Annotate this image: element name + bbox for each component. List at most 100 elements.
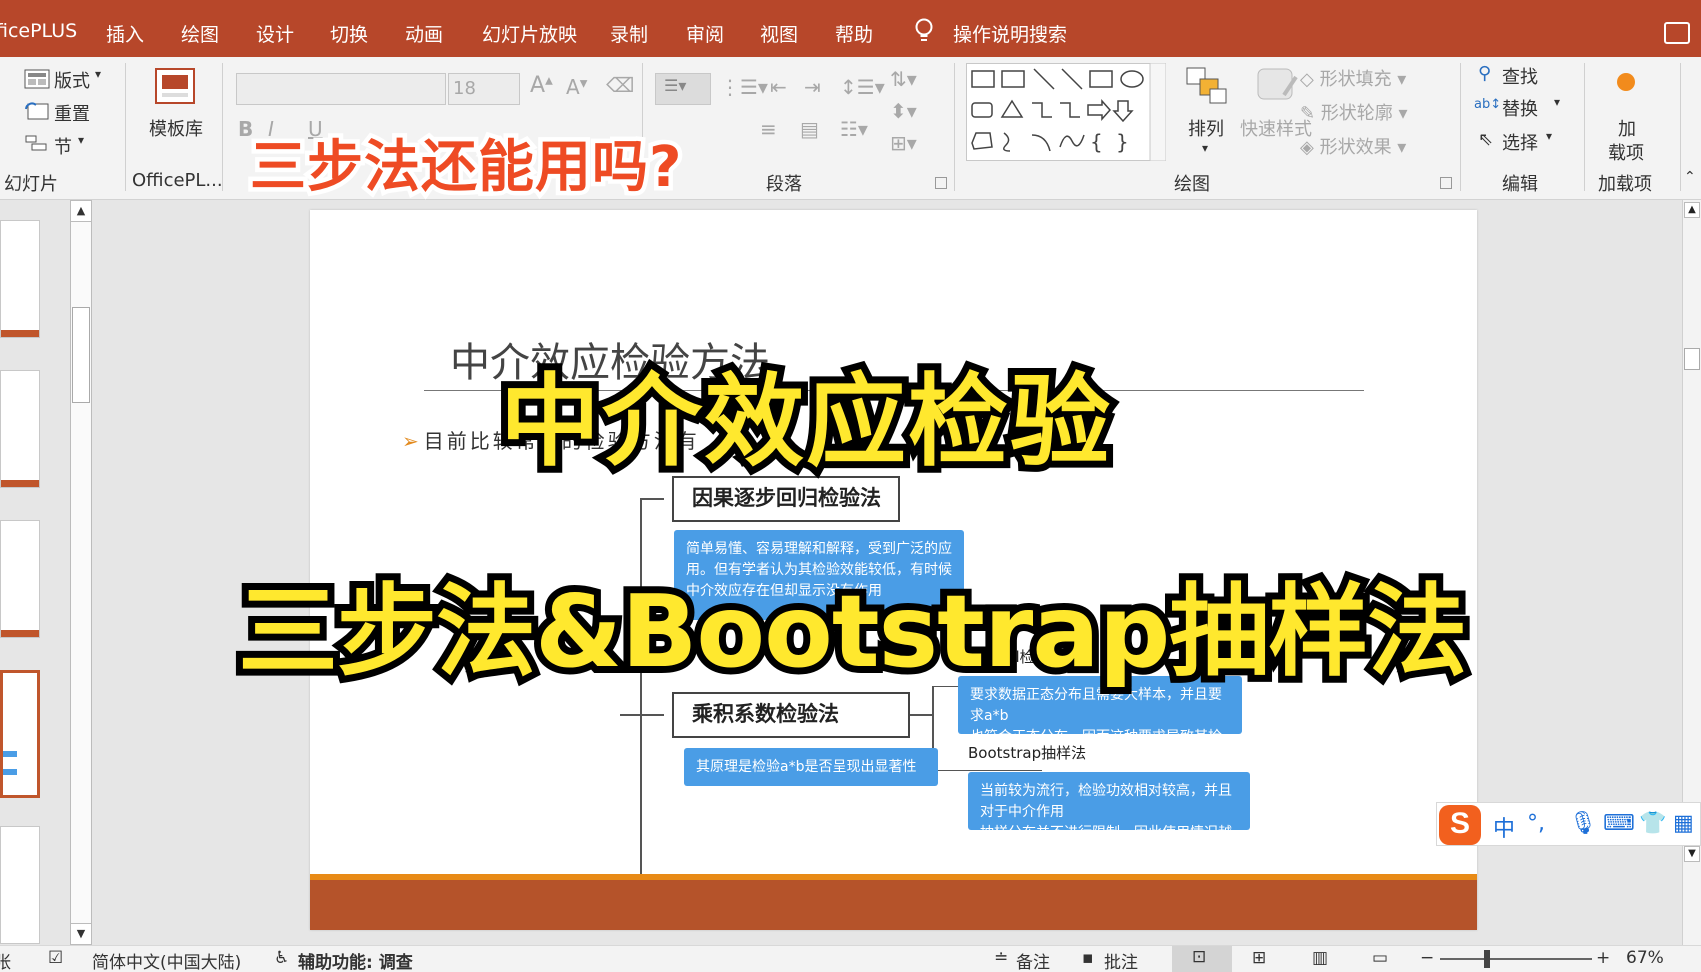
tab-officeplus[interactable]: ficePLUS	[0, 20, 77, 42]
diagram-node-product[interactable]: 乘积系数检验法	[672, 692, 910, 738]
font-size-combo[interactable]: 18	[448, 73, 520, 105]
ime-punctuation-toggle[interactable]: °,	[1527, 811, 1545, 836]
zoom-level[interactable]: 67%	[1626, 948, 1664, 968]
slide-thumbnail-selected[interactable]	[0, 670, 40, 798]
accessibility-status[interactable]: 辅助功能: 调查	[298, 948, 413, 972]
slide-thumbnail[interactable]	[0, 220, 40, 338]
tab-view[interactable]: 视图	[760, 20, 798, 47]
clear-format-icon[interactable]: ⌫	[606, 73, 634, 97]
tab-animations[interactable]: 动画	[405, 20, 443, 47]
sogou-logo-icon[interactable]: S	[1439, 805, 1481, 845]
decrease-indent-icon[interactable]: ⇤	[770, 75, 787, 99]
language-indicator[interactable]: 简体中文(中国大陆)	[92, 948, 241, 972]
addins-line1[interactable]: 加	[1618, 115, 1636, 141]
numbering-icon[interactable]: ⋮☰▾	[720, 75, 768, 99]
divider	[1680, 63, 1681, 191]
overlay-headline: 中介效应检验	[493, 356, 1117, 487]
slide-sorter-icon[interactable]: ⊞	[1252, 948, 1266, 968]
tab-record[interactable]: 录制	[610, 20, 648, 47]
paragraph-launcher[interactable]	[935, 177, 947, 189]
find-button[interactable]: 查找	[1502, 63, 1538, 89]
section-button[interactable]: 节	[54, 133, 72, 159]
bootstrap-label[interactable]: Bootstrap抽样法	[968, 742, 1086, 763]
note-bootstrap-line2: 抽样分布并不进行限制，因此使用情况越来越多。	[980, 825, 1232, 862]
scroll-down-icon[interactable]: ▼	[70, 923, 92, 945]
arrange-icon	[1186, 67, 1227, 104]
align-text-icon[interactable]: ⬍▾	[890, 99, 917, 123]
slide-thumbnail[interactable]	[0, 826, 40, 944]
notes-button[interactable]: 备注	[1016, 948, 1050, 972]
scroll-down-icon[interactable]: ▼	[1684, 846, 1700, 862]
text-direction-icon[interactable]: ⇅▾	[890, 67, 917, 91]
chevron-down-icon: ▾	[1554, 95, 1561, 109]
reset-button[interactable]: 重置	[54, 100, 90, 126]
layout-button[interactable]: 版式	[54, 67, 90, 93]
microphone-icon[interactable]: 🎙	[1569, 811, 1597, 836]
notes-icon: ≐	[994, 948, 1009, 968]
toolbox-grid-icon[interactable]: ▦	[1673, 811, 1694, 836]
tab-draw[interactable]: 绘图	[181, 20, 219, 47]
zoom-slider[interactable]	[1440, 958, 1592, 960]
increase-indent-icon[interactable]: ⇥	[804, 75, 821, 99]
ime-mode-toggle[interactable]: 中	[1493, 811, 1515, 843]
tab-insert[interactable]: 插入	[106, 20, 144, 47]
skin-shirt-icon[interactable]: 👕	[1639, 811, 1666, 836]
tab-help[interactable]: 帮助	[835, 20, 873, 47]
justify-icon[interactable]: ▤	[800, 117, 819, 141]
note-product[interactable]: 其原理是检验a*b是否呈现出显著性	[684, 748, 938, 786]
smartart-icon[interactable]: ⊞▾	[890, 131, 917, 155]
thumbnail-scrollbar[interactable]: ▲ ▼	[70, 200, 92, 945]
normal-view-icon: ⊡	[1192, 947, 1207, 967]
template-library-button[interactable]: 模板库	[149, 115, 203, 141]
shape-effects-button[interactable]: ◈ 形状效果 ▾	[1300, 133, 1406, 159]
scrollbar-thumb[interactable]	[72, 307, 90, 403]
shape-gallery[interactable]: {}	[966, 63, 1166, 161]
zoom-out-icon[interactable]: −	[1420, 948, 1434, 968]
comments-icon: ▪	[1082, 948, 1094, 968]
addins-line2[interactable]: 载项	[1608, 139, 1644, 165]
scroll-up-icon[interactable]: ▲	[1684, 202, 1700, 218]
slides-group-label: 幻灯片	[4, 174, 58, 195]
scrollbar-thumb[interactable]	[1684, 348, 1700, 370]
shrink-font-icon[interactable]: A▼	[566, 75, 587, 99]
align-center-icon[interactable]: ≡	[760, 117, 777, 141]
grow-font-icon[interactable]: A▲	[530, 73, 553, 98]
tab-slideshow[interactable]: 幻灯片放映	[482, 20, 577, 47]
zoom-slider-handle[interactable]	[1484, 950, 1490, 968]
keyboard-icon[interactable]: ⌨	[1603, 811, 1635, 836]
shape-outline-button[interactable]: ✎ 形状轮廓 ▾	[1300, 99, 1408, 125]
search-box[interactable]: 操作说明搜索	[953, 20, 1067, 47]
search-icon: ⚲	[1478, 63, 1492, 84]
tab-transitions[interactable]: 切换	[330, 20, 368, 47]
replace-button[interactable]: 替换	[1502, 95, 1538, 121]
slide-thumbnail[interactable]	[0, 520, 40, 638]
addins-group-label: 加载项	[1598, 174, 1652, 195]
reading-view-icon[interactable]: ▥	[1312, 948, 1328, 968]
tab-design[interactable]: 设计	[256, 20, 294, 47]
accessibility-icon[interactable]: ♿	[274, 948, 289, 968]
bullets-combo[interactable]: ☰▾	[655, 73, 711, 105]
divider	[1460, 63, 1461, 191]
zoom-in-icon[interactable]: +	[1596, 948, 1610, 968]
font-name-combo[interactable]	[236, 73, 446, 105]
spellcheck-icon[interactable]: ☑	[48, 948, 63, 968]
arrange-button[interactable]: 排列	[1188, 115, 1224, 141]
select-button[interactable]: 选择	[1502, 129, 1538, 155]
comments-button[interactable]: 批注	[1104, 948, 1138, 972]
collapse-ribbon-icon[interactable]: ⌃	[1684, 169, 1696, 185]
normal-view-button[interactable]: ⊡	[1172, 946, 1232, 972]
svg-text:{: {	[1090, 130, 1103, 154]
tab-review[interactable]: 审阅	[686, 20, 724, 47]
note-bootstrap[interactable]: 当前较为流行，检验功效相对较高，并且对于中介作用 抽样分布并不进行限制，因此使用…	[968, 772, 1250, 862]
scroll-up-icon[interactable]: ▲	[70, 200, 92, 222]
line-spacing-icon[interactable]: ↕☰▾	[840, 75, 885, 99]
drawing-launcher[interactable]	[1440, 177, 1452, 189]
slide-thumbnail[interactable]	[0, 370, 40, 488]
comment-icon[interactable]	[1664, 22, 1690, 44]
columns-icon[interactable]: ☷▾	[840, 117, 868, 141]
slide-thumbnail-panel: ▲ ▼	[0, 200, 96, 945]
addins-icon	[1617, 73, 1635, 91]
menu-bar: ficePLUS 插入 绘图 设计 切换 动画 幻灯片放映 录制 审阅 视图 帮…	[0, 0, 1701, 57]
slideshow-icon[interactable]: ▭	[1372, 948, 1388, 968]
shape-fill-button[interactable]: ◇ 形状填充 ▾	[1300, 65, 1406, 91]
